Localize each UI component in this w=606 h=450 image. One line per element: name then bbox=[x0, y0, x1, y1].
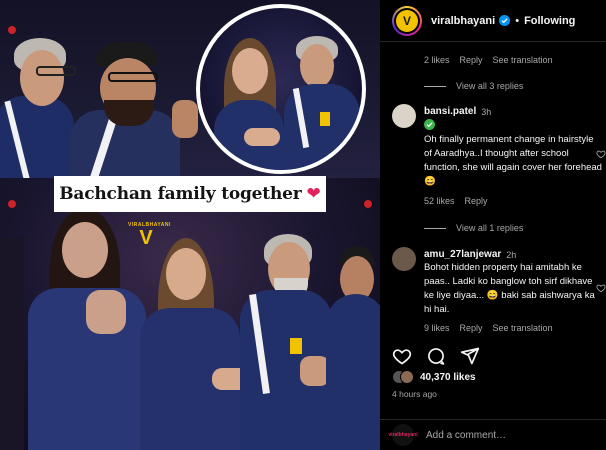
author-avatar[interactable]: V bbox=[392, 5, 422, 36]
comment-time: 2h bbox=[506, 249, 517, 260]
replies-line bbox=[424, 227, 446, 229]
view-replies-button[interactable]: View all 3 replies bbox=[424, 81, 523, 91]
post-timestamp[interactable]: 4 hours ago bbox=[392, 389, 437, 399]
heart-emoji-icon: ❤ bbox=[306, 184, 321, 203]
author-logo-icon: V bbox=[396, 9, 418, 32]
verified-badge-icon bbox=[424, 119, 435, 130]
reply-button[interactable]: Reply bbox=[465, 196, 488, 206]
following-button[interactable]: Following bbox=[524, 15, 575, 27]
author-username[interactable]: viralbhayani bbox=[431, 15, 495, 27]
corner-dot-icon bbox=[8, 200, 16, 208]
comment-item: bansi.patel 3h Oh finally permanent chan… bbox=[392, 104, 606, 206]
comment-meta: 2 likes Reply See translation bbox=[424, 55, 553, 65]
like-heart-icon[interactable] bbox=[392, 346, 412, 366]
comment-text: Oh finally permanent change in hairstyle… bbox=[424, 134, 602, 187]
commenter-avatar[interactable] bbox=[392, 247, 416, 271]
likes-count[interactable]: 40,370 likes bbox=[420, 372, 476, 383]
comment-item: amu_27lanjewar 2h Bohot hidden property … bbox=[392, 247, 606, 337]
post-header: V viralbhayani • Following bbox=[380, 0, 606, 42]
comment-likes-count[interactable]: 2 likes bbox=[424, 55, 450, 65]
like-comment-heart-icon[interactable] bbox=[596, 149, 606, 159]
comment-likes-count[interactable]: 52 likes bbox=[424, 196, 455, 206]
comment-text: Bohot hidden property hai amitabh ke paa… bbox=[424, 262, 595, 315]
add-comment-input[interactable] bbox=[426, 429, 586, 441]
viewer-avatar-text: viralbhayani bbox=[388, 432, 418, 438]
circle-inset-frame bbox=[196, 4, 366, 174]
corner-dot-icon bbox=[364, 200, 372, 208]
commenter-username[interactable]: amu_27lanjewar bbox=[424, 249, 501, 260]
view-replies-label: View all 1 replies bbox=[456, 223, 524, 233]
comment-time: 3h bbox=[481, 106, 492, 117]
view-replies-label: View all 3 replies bbox=[456, 81, 524, 91]
comment-bubble-icon[interactable] bbox=[426, 346, 446, 366]
comment-meta: 52 likes Reply bbox=[424, 196, 488, 206]
reply-button[interactable]: Reply bbox=[460, 323, 483, 333]
comment-likes-count[interactable]: 9 likes bbox=[424, 323, 450, 333]
view-replies-button[interactable]: View all 1 replies bbox=[424, 223, 523, 233]
corner-dot-icon bbox=[8, 26, 16, 34]
watermark-v-icon: V bbox=[139, 227, 153, 249]
see-translation-button[interactable]: See translation bbox=[493, 55, 553, 65]
likes-summary[interactable]: 40,370 likes bbox=[392, 370, 476, 384]
comment-meta: 9 likes Reply See translation bbox=[424, 323, 553, 333]
caption-banner: Bachchan family together ❤ bbox=[54, 176, 326, 212]
comment-header: bansi.patel 3h bbox=[424, 106, 491, 117]
see-translation-button[interactable]: See translation bbox=[493, 323, 553, 333]
post-media[interactable]: Bachchan family together ❤ VIRALBHAYANI … bbox=[0, 0, 380, 450]
like-comment-heart-icon[interactable] bbox=[596, 283, 606, 293]
media-bottom-frame bbox=[0, 178, 380, 450]
commenter-username[interactable]: bansi.patel bbox=[424, 106, 476, 117]
comment-header: amu_27lanjewar 2h bbox=[424, 249, 516, 260]
replies-line bbox=[424, 85, 446, 87]
post-action-bar bbox=[392, 346, 480, 366]
caption-text: Bachchan family together bbox=[59, 184, 302, 204]
watermark-logo: VIRALBHAYANI V bbox=[128, 222, 170, 249]
share-send-icon[interactable] bbox=[460, 346, 480, 366]
add-comment-bar: viralbhayani bbox=[380, 419, 606, 450]
person-face bbox=[20, 50, 64, 106]
commenter-avatar[interactable] bbox=[392, 104, 416, 128]
verified-badge-icon bbox=[499, 15, 511, 26]
liker-avatar bbox=[400, 370, 414, 384]
viewer-avatar: viralbhayani bbox=[388, 424, 418, 446]
post-side-panel: V viralbhayani • Following 2 likes Reply… bbox=[380, 0, 606, 450]
header-separator: • bbox=[515, 14, 520, 27]
reply-button[interactable]: Reply bbox=[460, 55, 483, 65]
